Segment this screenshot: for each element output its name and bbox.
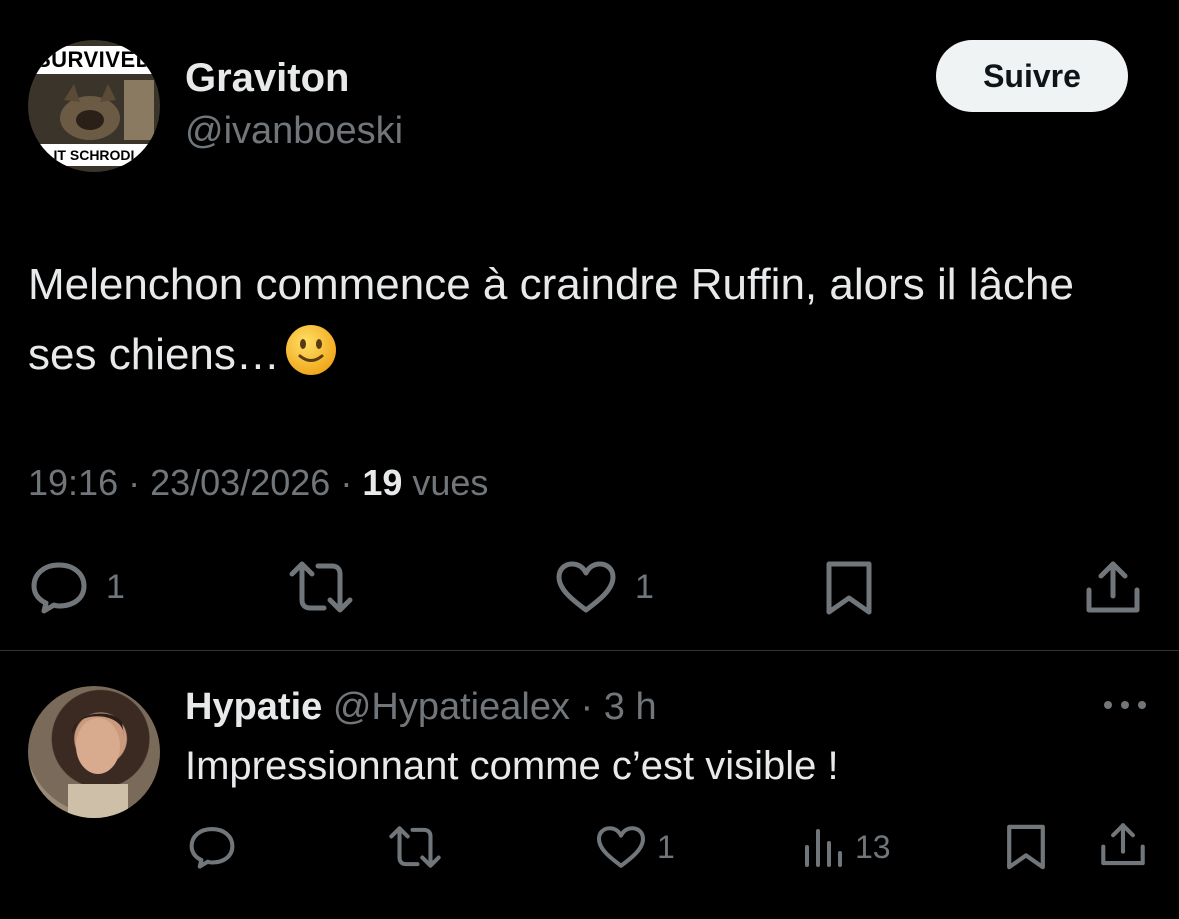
meta-separator: · xyxy=(128,462,151,503)
views-label: vues xyxy=(412,462,489,503)
reply-display-name[interactable]: Hypatie xyxy=(185,686,322,728)
bookmark-icon xyxy=(1007,824,1045,870)
reply-header: Hypatie @Hypatiealex · 3 h xyxy=(185,686,657,729)
retweet-button[interactable] xyxy=(288,560,354,614)
share-icon xyxy=(1101,823,1145,866)
reply-reply-button[interactable] xyxy=(188,825,236,869)
reply-like-button[interactable]: 1 xyxy=(595,825,675,869)
reply-views-count: 13 xyxy=(855,828,891,865)
reply-count: 1 xyxy=(106,567,125,606)
reply-author-avatar[interactable] xyxy=(28,686,160,818)
reply-like-count: 1 xyxy=(657,828,675,865)
more-dots-icon[interactable] xyxy=(1100,690,1150,720)
retweet-icon xyxy=(289,561,353,613)
author-handle[interactable]: @ivanboeski xyxy=(185,110,403,153)
bar-chart-icon xyxy=(805,829,842,867)
share-icon xyxy=(1086,561,1140,613)
reply-button[interactable]: 1 xyxy=(30,560,125,614)
like-count: 1 xyxy=(635,567,654,606)
views-count: 19 xyxy=(362,462,403,503)
author-avatar[interactable]: SURVIVED IT SCHRODI xyxy=(28,40,160,172)
portrait-photo-icon xyxy=(68,713,128,818)
author-display-name[interactable]: Graviton xyxy=(185,56,349,101)
slightly-smiling-face-emoji xyxy=(285,325,336,375)
retweet-icon xyxy=(389,826,441,868)
reply-retweet-button[interactable] xyxy=(388,825,442,869)
heart-icon xyxy=(556,561,616,613)
reply-separator: · xyxy=(580,686,594,728)
tweet-date[interactable]: 23/03/2026 xyxy=(150,462,330,503)
meta-separator: · xyxy=(340,462,363,503)
follow-button[interactable]: Suivre xyxy=(936,40,1128,112)
speech-bubble-icon xyxy=(189,827,235,869)
reply-handle[interactable]: @Hypatiealex xyxy=(333,686,570,728)
speech-bubble-icon xyxy=(31,562,87,614)
reply-text: Impressionnant comme c’est visible ! xyxy=(185,744,839,788)
reply-share-button[interactable] xyxy=(1100,822,1146,868)
divider xyxy=(0,650,1179,651)
reply-age[interactable]: 3 h xyxy=(604,686,657,728)
tweet-time[interactable]: 19:16 xyxy=(28,462,118,503)
tweet-text-content: Melenchon commence à craindre Ruffin, al… xyxy=(28,260,1074,379)
reply-views-button[interactable]: 13 xyxy=(803,825,891,869)
bookmark-button[interactable] xyxy=(824,560,874,616)
tweet-text: Melenchon commence à craindre Ruffin, al… xyxy=(28,250,1148,390)
share-button[interactable] xyxy=(1085,560,1141,616)
like-button[interactable]: 1 xyxy=(555,560,654,614)
reply-bookmark-button[interactable] xyxy=(1005,823,1047,871)
tweet-meta: 19:16 · 23/03/2026 · 19 vues xyxy=(28,462,488,504)
heart-icon xyxy=(596,826,646,868)
avatar-caption-bottom: IT SCHRODI xyxy=(28,144,160,166)
bookmark-icon xyxy=(826,561,872,615)
